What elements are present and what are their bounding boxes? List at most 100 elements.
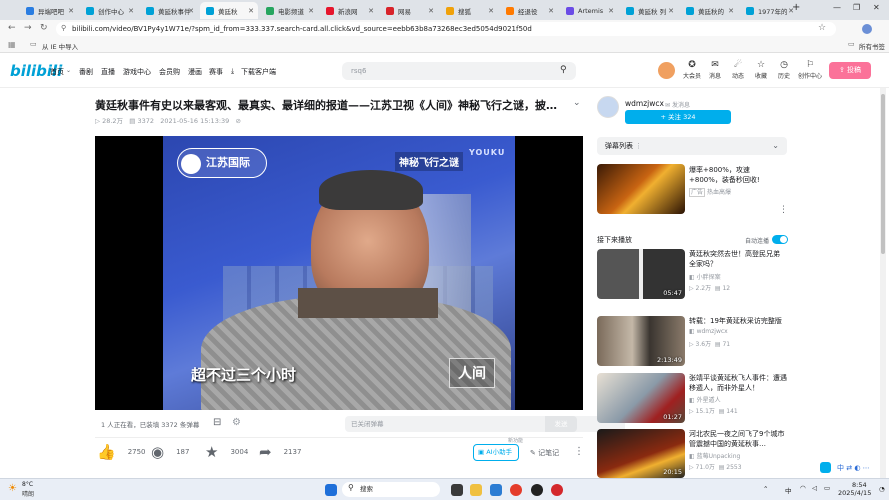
browser-tab[interactable]: 黄延秋 列 ✕ <box>620 2 678 19</box>
recommend-up[interactable]: ◧ 外星遁人 <box>689 395 721 404</box>
ai-assistant-button[interactable]: ▣ AI小助手 <box>473 444 519 461</box>
tab-close-icon[interactable]: ✕ <box>548 7 554 15</box>
site-info-icon[interactable]: ⚲ <box>61 24 66 32</box>
bookmark-star-icon[interactable]: ☆ <box>818 23 826 33</box>
tab-close-icon[interactable]: ✕ <box>608 7 614 15</box>
maximize-icon[interactable]: ❐ <box>853 3 860 12</box>
clock-time[interactable]: 8:54 <box>852 481 867 489</box>
creator-center-entry[interactable]: ⚐ 创作中心 <box>796 60 824 80</box>
nav-game-center[interactable]: 游戏中心 <box>123 67 151 77</box>
browser-tab[interactable]: 电影频道 ✕ <box>260 2 318 19</box>
tab-close-icon[interactable]: ✕ <box>428 7 434 15</box>
nav-mall[interactable]: 会员购 <box>159 67 180 77</box>
forward-icon[interactable]: → <box>24 23 32 33</box>
recommend-up[interactable]: ◧ 蓝莓Unpacking <box>689 451 740 460</box>
tab-close-icon[interactable]: ✕ <box>128 7 134 15</box>
tray-chevron-icon[interactable]: ⌃ <box>763 485 768 493</box>
ad-more-icon[interactable]: ⋮ <box>779 205 788 215</box>
recommend-thumbnail[interactable]: 2:13:49 <box>597 316 685 366</box>
favorite-button[interactable]: ★ 3004 <box>205 443 248 461</box>
video-player[interactable]: 江苏国际 神秘飞行之谜 YOUKU 超不过三个小时 人间 <box>95 136 583 410</box>
nav-live[interactable]: 直播 <box>101 67 115 77</box>
browser-tab[interactable]: 异端吧吧 ✕ <box>20 2 78 19</box>
history-entry[interactable]: ◷ 历史 <box>772 60 796 80</box>
recommend-thumbnail[interactable]: 01:27 <box>597 373 685 423</box>
close-window-icon[interactable]: ✕ <box>873 3 880 12</box>
messages-entry[interactable]: ✉ 消息 <box>703 60 727 80</box>
search-input[interactable]: rsq6 <box>342 62 576 80</box>
recommend-up[interactable]: ◧ wdmzjwcx <box>689 328 728 335</box>
recommend-thumbnail[interactable]: 05:47 <box>597 249 685 299</box>
tab-close-icon[interactable]: ✕ <box>368 7 374 15</box>
favorites-entry[interactable]: ☆ 收藏 <box>749 60 773 80</box>
tab-close-icon[interactable]: ✕ <box>248 7 254 15</box>
browser-tab[interactable]: 黄廷秋 ✕ <box>200 2 258 19</box>
back-icon[interactable]: ← <box>8 23 16 33</box>
tab-close-icon[interactable]: ✕ <box>728 7 734 15</box>
apps-grid-icon[interactable]: ▦ <box>8 40 16 49</box>
bookmark-import[interactable]: 从 IE 中导入 <box>42 41 78 51</box>
browser-tab[interactable]: 创作中心 ✕ <box>80 2 138 19</box>
ad-thumbnail[interactable] <box>597 164 685 214</box>
uploader-avatar[interactable] <box>597 96 619 118</box>
recommend-title[interactable]: 张靖平谈黄延秋飞人事件：遭遇移遁人，而非外星人！ <box>689 373 787 393</box>
tab-close-icon[interactable]: ✕ <box>668 7 674 15</box>
autoplay-toggle[interactable] <box>772 235 788 244</box>
coin-button[interactable]: ◉ 187 <box>151 443 189 461</box>
uploader-name[interactable]: wdmzjwcx <box>625 99 664 108</box>
send-message-link[interactable]: ✉ 发消息 <box>665 100 690 109</box>
minimize-icon[interactable]: — <box>833 3 841 12</box>
clock-date[interactable]: 2025/4/15 <box>838 489 871 497</box>
nav-home[interactable]: 首页 <box>50 67 64 77</box>
tab-close-icon[interactable]: ✕ <box>308 7 314 15</box>
page-scrollbar[interactable] <box>880 88 886 478</box>
taskbar-search[interactable]: 搜索 <box>342 482 440 497</box>
send-danmaku-button[interactable]: 发送 <box>545 416 577 432</box>
upload-button[interactable]: ⇪ 投稿 <box>829 62 871 79</box>
url-input[interactable]: bilibili.com/video/BV1Py4y1W71e/?spm_id_… <box>56 22 836 36</box>
danmaku-input[interactable]: 已关闭弹幕 <box>345 416 625 432</box>
profile-avatar[interactable] <box>862 24 872 34</box>
ad-title[interactable]: 爆率+800%，攻速+800%，装备秒回收! <box>689 165 781 185</box>
recommend-title[interactable]: 黄廷秋突然去世！高登民兄弟全家吗？ <box>689 249 781 269</box>
weather-desc[interactable]: 晴朗 <box>22 489 34 498</box>
browser-tab[interactable]: 黄延秋事件 ✕ <box>140 2 198 19</box>
tab-close-icon[interactable]: ✕ <box>488 7 494 15</box>
nav-anime[interactable]: 番剧 <box>79 67 93 77</box>
reload-icon[interactable]: ↻ <box>40 23 48 33</box>
browser-tab[interactable]: 网易 ✕ <box>380 2 438 19</box>
float-customer-service-icon[interactable] <box>820 462 831 473</box>
follow-button[interactable]: + 关注 324 <box>625 110 731 124</box>
chrome-icon[interactable] <box>510 484 522 496</box>
browser-tab[interactable]: 新浪网 ✕ <box>320 2 378 19</box>
more-actions-icon[interactable]: ⋮ <box>574 446 584 457</box>
search-icon[interactable]: ⚲ <box>560 65 567 75</box>
ime-bar[interactable]: 中 ⇄ ◐ ⋯ <box>837 463 870 473</box>
tab-close-icon[interactable]: ✕ <box>188 7 194 15</box>
like-button[interactable]: 👍 2750 <box>97 443 146 461</box>
nav-download-client[interactable]: 下载客户端 <box>241 67 276 77</box>
task-view-icon[interactable] <box>451 484 463 496</box>
browser-tab[interactable]: 黄廷秋的 ✕ <box>680 2 738 19</box>
wifi-icon[interactable]: ◠ <box>800 484 806 492</box>
recommend-thumbnail[interactable]: 20:15 <box>597 429 685 478</box>
notification-icon[interactable]: ◔ <box>879 485 885 493</box>
danmaku-toggle-icon[interactable]: ⊟ <box>213 417 221 428</box>
tab-close-icon[interactable]: ✕ <box>68 7 74 15</box>
nav-esports[interactable]: 赛事 <box>209 67 223 77</box>
danmaku-settings-icon[interactable]: ⚙ <box>232 417 241 428</box>
vip-entry[interactable]: ✪ 大会员 <box>680 60 704 80</box>
app-icon[interactable] <box>531 484 543 496</box>
share-button[interactable]: ➦ 2137 <box>259 443 301 461</box>
all-bookmarks[interactable]: 所有书签 <box>859 41 885 51</box>
browser-tab[interactable]: 经退役 ✕ <box>500 2 558 19</box>
volume-icon[interactable]: ◁ <box>812 484 817 492</box>
browser-tab[interactable]: Artemis ✕ <box>560 2 618 19</box>
windows-start-icon[interactable] <box>325 484 337 496</box>
title-expand-chevron-icon[interactable]: ⌄ <box>573 98 581 108</box>
user-avatar[interactable] <box>658 62 675 79</box>
store-icon[interactable] <box>490 484 502 496</box>
weather-temp[interactable]: 8°C <box>22 481 33 488</box>
recommend-title[interactable]: 转载：19年黄延秋采访完整版 <box>689 316 787 326</box>
danmaku-list-panel[interactable]: 弹幕列表 ⋮ ⌄ <box>597 137 787 155</box>
